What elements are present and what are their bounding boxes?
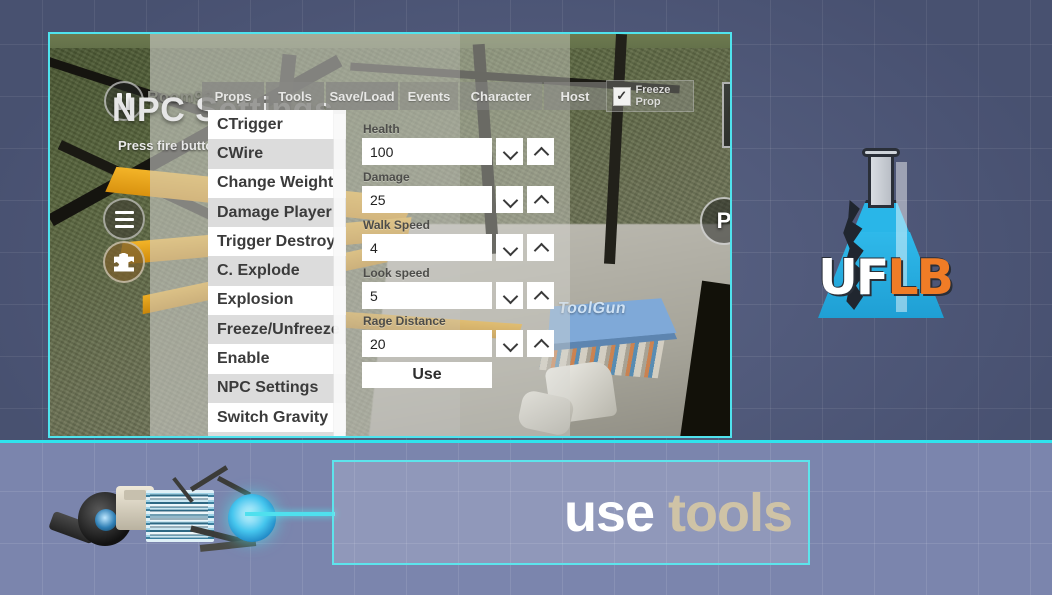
look-speed-field-label: Look speed xyxy=(363,266,562,280)
list-item[interactable]: Switch Gravity xyxy=(208,403,346,432)
damage-input[interactable]: 25 xyxy=(362,186,492,213)
list-item[interactable]: Freeze/Unfreeze xyxy=(208,315,346,344)
look-speed-increment-button[interactable] xyxy=(527,282,554,309)
health-decrement-button[interactable] xyxy=(496,138,523,165)
damage-decrement-button[interactable] xyxy=(496,186,523,213)
list-item[interactable]: Trigger Destroy xyxy=(208,227,346,256)
chevron-down-icon xyxy=(503,148,516,156)
banner-word-use: use xyxy=(564,483,654,543)
menu-bar xyxy=(115,211,134,214)
gravity-gun-icon xyxy=(40,470,270,560)
health-field-label: Health xyxy=(363,122,562,136)
list-item[interactable]: NPC Settings xyxy=(208,374,346,403)
rage-distance-field-row: 20 xyxy=(362,330,562,357)
toolgun-label: ToolGun xyxy=(557,300,670,318)
damage-field-label: Damage xyxy=(363,170,562,184)
hamburger-bars xyxy=(115,211,134,228)
tab-events[interactable]: Events xyxy=(400,82,458,110)
menu-bar xyxy=(115,225,134,228)
list-item[interactable]: Explosion xyxy=(208,286,346,315)
look-speed-input[interactable]: 5 xyxy=(362,282,492,309)
list-item[interactable]: Damage Player xyxy=(208,198,346,227)
preview-gun-head xyxy=(728,101,732,122)
list-item[interactable]: C. Explode xyxy=(208,256,346,285)
health-field-row: 100 xyxy=(362,138,562,165)
gun-energy-orb xyxy=(228,494,276,542)
flask-neck xyxy=(868,152,894,208)
list-item[interactable]: Change Weight xyxy=(208,169,346,198)
chevron-down-icon xyxy=(503,292,516,300)
puzzle-piece-icon[interactable] xyxy=(103,241,145,283)
fire-hint-text: Press fire button xyxy=(118,138,221,153)
puzzle-glyph xyxy=(114,253,134,272)
ammo-infinity-icon: ∞ xyxy=(722,434,732,438)
damage-increment-button[interactable] xyxy=(527,186,554,213)
gun-beam xyxy=(245,512,335,516)
rage-distance-input[interactable]: 20 xyxy=(362,330,492,357)
walk-speed-increment-button[interactable] xyxy=(527,234,554,261)
health-hud: HEALTH 100 xyxy=(108,432,214,438)
list-item[interactable]: Enable xyxy=(208,344,346,373)
npc-settings-form: Health 100 Damage 25 Walk Speed 4 Look s… xyxy=(362,122,562,388)
vflb-logo: UFLB xyxy=(810,148,956,323)
freeze-prop-toggle[interactable]: ✓ Freeze Prop xyxy=(606,80,694,112)
gun-body-top xyxy=(124,490,146,500)
chevron-down-icon xyxy=(503,244,516,252)
list-item[interactable]: Oscillator xyxy=(208,432,346,438)
chevron-up-icon xyxy=(534,340,547,348)
vflb-uf-text: UF xyxy=(818,249,887,306)
tab-save-load[interactable]: Save/Load xyxy=(326,82,398,110)
chevron-down-icon xyxy=(503,196,516,204)
hamburger-menu-icon[interactable] xyxy=(103,198,145,240)
flask-lip xyxy=(862,148,900,157)
walk-speed-field-label: Walk Speed xyxy=(363,218,562,232)
use-tools-banner: use tools xyxy=(332,460,810,565)
chevron-up-icon xyxy=(534,196,547,204)
chevron-up-icon xyxy=(534,244,547,252)
weapon-preview-box xyxy=(722,82,732,148)
look-speed-field-row: 5 xyxy=(362,282,562,309)
banner-word-tools: tools xyxy=(654,483,792,543)
rage-distance-field-label: Rage Distance xyxy=(363,314,562,328)
walk-speed-input[interactable]: 4 xyxy=(362,234,492,261)
game-window: ToolGun Room92 NPC Settings Press fire b… xyxy=(48,32,732,438)
tab-host[interactable]: Host xyxy=(544,82,606,110)
tab-props[interactable]: Props xyxy=(202,82,264,110)
list-scrollbar-thumb[interactable] xyxy=(334,114,345,436)
chevron-up-icon xyxy=(534,292,547,300)
list-item[interactable]: CWire xyxy=(208,139,346,168)
use-button[interactable]: Use xyxy=(362,362,492,388)
health-increment-button[interactable] xyxy=(527,138,554,165)
walk-speed-field-row: 4 xyxy=(362,234,562,261)
walk-speed-decrement-button[interactable] xyxy=(496,234,523,261)
rage-distance-decrement-button[interactable] xyxy=(496,330,523,357)
gun-lens xyxy=(95,509,117,531)
menu-bar xyxy=(115,218,134,221)
tab-tools[interactable]: Tools xyxy=(266,82,324,110)
list-item[interactable]: CTrigger xyxy=(208,110,346,139)
damage-field-row: 25 xyxy=(362,186,562,213)
vflb-lb-text: LB xyxy=(887,249,952,306)
rage-distance-increment-button[interactable] xyxy=(527,330,554,357)
chevron-down-icon xyxy=(503,340,516,348)
look-speed-decrement-button[interactable] xyxy=(496,282,523,309)
action-list[interactable]: CTrigger CWire Change Weight Damage Play… xyxy=(208,110,346,438)
freeze-prop-checkbox[interactable]: ✓ xyxy=(613,87,631,106)
freeze-prop-label: Freeze Prop xyxy=(636,84,693,108)
chevron-up-icon xyxy=(534,148,547,156)
vflb-wordmark: UFLB xyxy=(818,253,952,302)
tab-character[interactable]: Character xyxy=(460,82,542,110)
banner-text: use tools xyxy=(564,482,792,544)
health-input[interactable]: 100 xyxy=(362,138,492,165)
